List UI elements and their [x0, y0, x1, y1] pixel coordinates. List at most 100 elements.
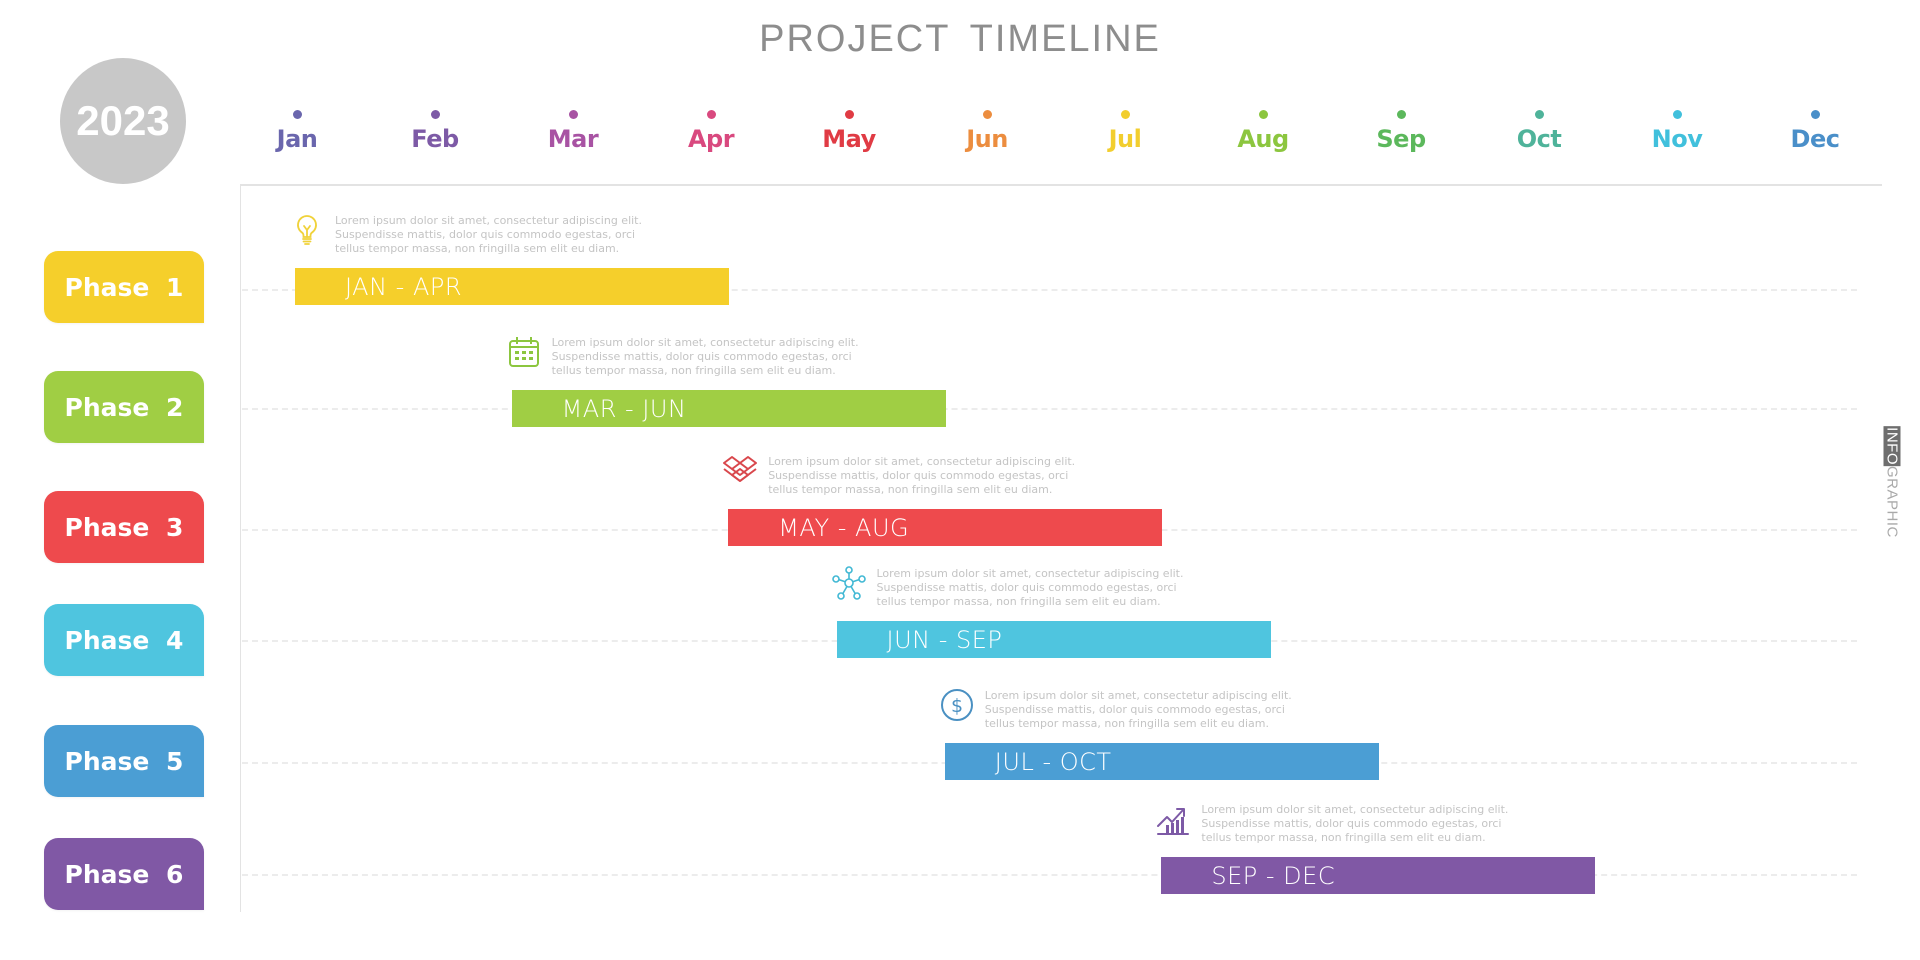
description-line: Suspendisse mattis, dolor quis commodo e… [335, 228, 636, 241]
timeline-bar-phase-3: MAY - AUG [728, 509, 1163, 546]
phase-label-text: Phase 6 [64, 859, 184, 889]
month-label: Sep [1376, 125, 1426, 153]
month-aug: Aug [1213, 110, 1313, 153]
phase-label-3: Phase 3 [44, 491, 204, 563]
phase-label-6: Phase 6 [44, 838, 204, 910]
infographic-tag-rest: GRAPHIC [1883, 466, 1901, 538]
month-apr: Apr [661, 110, 761, 153]
description-line: Suspendisse mattis, dolor quis commodo e… [551, 350, 852, 363]
month-label: Aug [1237, 125, 1289, 153]
phase-label-text: Phase 3 [64, 512, 184, 542]
description-line: tellus tempor massa, non fringilla sem e… [1201, 831, 1486, 844]
description-line: Suspendisse mattis, dolor quis commodo e… [768, 469, 1069, 482]
year-label: 2023 [76, 97, 170, 144]
description-line: Lorem ipsum dolor sit amet, consectetur … [551, 336, 859, 349]
row-gridline [242, 408, 1857, 410]
month-dot [430, 110, 440, 119]
description-line: tellus tempor massa, non fringilla sem e… [768, 483, 1053, 496]
infographic-tag: INFOGRAPHIC [1882, 422, 1902, 542]
phase-label-text: Phase 4 [64, 625, 184, 655]
description-line: Suspendisse mattis, dolor quis commodo e… [876, 581, 1177, 594]
month-dot [706, 110, 716, 119]
description-line: Suspendisse mattis, dolor quis commodo e… [984, 703, 1285, 716]
month-sep: Sep [1351, 110, 1451, 153]
month-label: Jul [1108, 125, 1142, 153]
month-dot [568, 110, 578, 119]
phase-label-text: Phase 2 [64, 392, 184, 422]
phase-label-5: Phase 5 [44, 725, 204, 797]
svg-text:$: $ [951, 695, 963, 717]
month-label: Dec [1790, 125, 1840, 153]
month-label: Nov [1651, 125, 1703, 153]
month-nov: Nov [1627, 110, 1727, 153]
description-line: Lorem ipsum dolor sit amet, consectetur … [768, 455, 1076, 468]
bar-range-label: JUL - OCT [994, 747, 1112, 776]
month-dec: Dec [1765, 110, 1865, 153]
phase-label-text: Phase 5 [64, 746, 184, 776]
page-title: PROJECT TIMELINE [759, 18, 1161, 60]
month-mar: Mar [523, 110, 623, 153]
bar-range-label: MAY - AUG [778, 513, 910, 542]
month-dot [1810, 110, 1820, 119]
phase-label-2: Phase 2 [44, 371, 204, 443]
phase-description: Lorem ipsum dolor sit amet, consectetur … [877, 567, 1207, 609]
phase-description: Lorem ipsum dolor sit amet, consectetur … [335, 214, 665, 256]
bar-range-label: JUN - SEP [886, 625, 1003, 654]
description-line: Suspendisse mattis, dolor quis commodo e… [1201, 817, 1502, 830]
month-jun: Jun [937, 110, 1037, 153]
description-line: tellus tempor massa, non fringilla sem e… [335, 242, 620, 255]
description-line: Lorem ipsum dolor sit amet, consectetur … [984, 689, 1292, 702]
timeline-bar-phase-1: JAN - APR [295, 268, 729, 305]
month-dot [844, 110, 854, 119]
year-badge: 2023 [60, 58, 186, 184]
bar-range-label: SEP - DEC [1211, 861, 1336, 890]
description-line: Lorem ipsum dolor sit amet, consectetur … [1201, 803, 1509, 816]
month-label: May [822, 125, 876, 153]
month-dot [1258, 110, 1268, 119]
month-label: Mar [547, 125, 599, 153]
month-label: Feb [411, 125, 459, 153]
lightbulb-icon [289, 212, 325, 248]
month-label: Apr [687, 125, 735, 153]
month-oct: Oct [1489, 110, 1589, 153]
row-gridline [242, 874, 1857, 876]
phase-description: Lorem ipsum dolor sit amet, consectetur … [768, 455, 1098, 497]
month-dot [1672, 110, 1682, 119]
phase-description: Lorem ipsum dolor sit amet, consectetur … [1201, 803, 1531, 845]
growth-chart-icon [1155, 801, 1191, 837]
month-dot [982, 110, 992, 119]
description-line: tellus tempor massa, non fringilla sem e… [876, 595, 1161, 608]
header-divider [240, 184, 1882, 186]
bar-range-label: MAR - JUN [561, 394, 687, 423]
month-label: Jun [966, 125, 1008, 153]
description-line: tellus tempor massa, non fringilla sem e… [551, 364, 836, 377]
calendar-icon [506, 334, 542, 370]
month-dot [1534, 110, 1544, 119]
left-divider [240, 184, 241, 912]
phase-label-text: Phase 1 [64, 272, 184, 302]
month-dot [1396, 110, 1406, 119]
phase-label-1: Phase 1 [44, 251, 204, 323]
month-label: Jan [276, 125, 318, 153]
month-dot [1120, 110, 1130, 119]
timeline-bar-phase-2: MAR - JUN [511, 390, 946, 427]
timeline-bar-phase-4: JUN - SEP [836, 621, 1271, 658]
phase-description: Lorem ipsum dolor sit amet, consectetur … [985, 689, 1315, 731]
timeline-bar-phase-6: SEP - DEC [1161, 857, 1596, 894]
phase-label-4: Phase 4 [44, 604, 204, 676]
description-line: Lorem ipsum dolor sit amet, consectetur … [876, 567, 1184, 580]
dollar-icon: $ [939, 687, 975, 723]
month-label: Oct [1516, 125, 1562, 153]
description-line: Lorem ipsum dolor sit amet, consectetur … [335, 214, 642, 227]
month-dot [292, 110, 302, 119]
infographic-tag-highlight: INFO [1883, 426, 1901, 466]
month-may: May [799, 110, 899, 153]
phase-description: Lorem ipsum dolor sit amet, consectetur … [552, 336, 882, 378]
description-line: tellus tempor massa, non fringilla sem e… [984, 717, 1269, 730]
month-jan: Jan [247, 110, 347, 153]
layers-icon [722, 453, 758, 489]
timeline-bar-phase-5: JUL - OCT [944, 743, 1379, 780]
network-icon [831, 565, 867, 601]
month-jul: Jul [1075, 110, 1175, 153]
month-feb: Feb [385, 110, 485, 153]
